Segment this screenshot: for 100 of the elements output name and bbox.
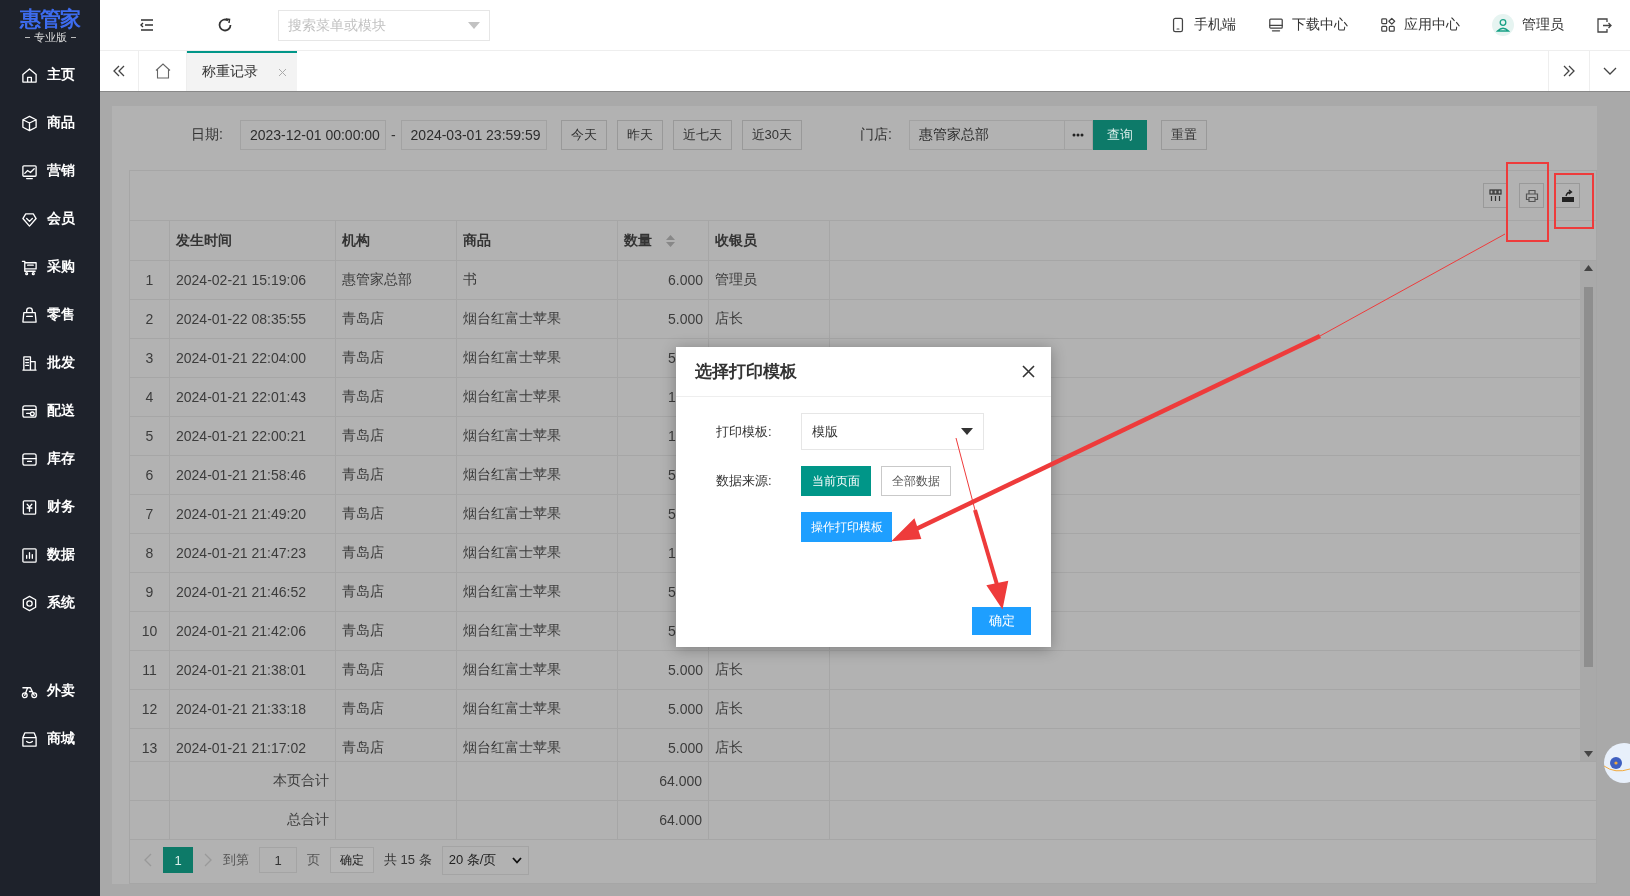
arrow-up-icon[interactable] (1583, 265, 1593, 271)
caret-icon (961, 428, 973, 435)
date-separator: - (390, 127, 396, 143)
sidebar-item[interactable]: 主页 (0, 51, 100, 99)
sidebar-item[interactable]: 会员 (0, 195, 100, 243)
table-cell: 6.000 (618, 261, 709, 299)
store-field[interactable]: 惠管家总部 (908, 120, 1065, 150)
refresh-icon[interactable] (216, 16, 234, 34)
sidebar-item[interactable]: 批发 (0, 339, 100, 387)
chevron-down-icon (512, 856, 523, 864)
row-number: 4 (130, 378, 170, 416)
table-cell: 2024-01-21 21:46:52 (170, 573, 336, 611)
table-cell: 2024-01-21 21:42:06 (170, 612, 336, 650)
source-option[interactable]: 全部数据 (881, 466, 951, 496)
search-field[interactable]: 搜索菜单或模块 (278, 9, 490, 41)
sidebar-item[interactable]: 配送 (0, 387, 100, 435)
quick-range-button[interactable]: 今天 (560, 120, 607, 150)
header-link[interactable]: 应用中心 (1380, 16, 1460, 34)
sidebar-item[interactable]: 库存 (0, 435, 100, 483)
table-cell: 2024-01-21 22:01:43 (170, 378, 336, 416)
logo-text: 惠管家 (20, 8, 80, 30)
sidebar-label: 商品 (47, 114, 75, 132)
source-option[interactable]: 当前页面 (801, 466, 871, 496)
query-button[interactable]: 查询 (1092, 120, 1147, 150)
page-size-select[interactable]: 20 条/页 (441, 845, 530, 875)
reset-button[interactable]: 重置 (1160, 120, 1207, 150)
arrow-down-icon[interactable] (1583, 751, 1593, 757)
export-button[interactable] (1555, 183, 1580, 208)
total-value: 64.000 (618, 801, 709, 839)
logout-icon[interactable] (1596, 16, 1612, 34)
archive-icon (21, 450, 38, 468)
sidebar-label: 配送 (47, 402, 75, 420)
house-icon (153, 62, 172, 80)
table-cell: 青岛店 (336, 456, 457, 494)
table-cell: 青岛店 (336, 495, 457, 533)
end-date-field[interactable]: 2024-03-01 23:59:59 (400, 120, 547, 150)
menu-fold-icon[interactable] (138, 16, 156, 34)
row-number: 1 (130, 261, 170, 299)
table-cell: 青岛店 (336, 300, 457, 338)
cart-icon (21, 258, 38, 276)
header-link[interactable]: 管理员 (1492, 14, 1564, 36)
template-select[interactable]: 模版 (801, 413, 984, 450)
table-cell: 烟台红富士苹果 (457, 417, 618, 455)
table-cell: 烟台红富士苹果 (457, 612, 618, 650)
table-cell: 烟台红富士苹果 (457, 456, 618, 494)
sidebar-label: 批发 (47, 354, 75, 372)
close-icon[interactable] (1022, 365, 1035, 378)
template-label: 打印模板: (716, 422, 773, 441)
header-link[interactable]: 手机端 (1170, 16, 1236, 34)
more-icon (1072, 133, 1085, 137)
sidebar-item[interactable]: 数据 (0, 531, 100, 579)
page-input[interactable]: 1 (259, 847, 297, 873)
quick-range-button[interactable]: 近30天 (741, 120, 803, 150)
sidebar-item[interactable]: 商城 (0, 715, 100, 763)
floating-assistant-icon[interactable] (1603, 742, 1630, 784)
table-cell: 青岛店 (336, 729, 457, 761)
page-button[interactable]: 1 (163, 847, 193, 873)
page-tab[interactable]: 称重记录 (187, 51, 297, 91)
scrollbar[interactable] (1580, 261, 1596, 761)
bag-icon (21, 306, 38, 324)
column-header: 数量 (624, 231, 652, 250)
highlight-frame (1554, 173, 1594, 229)
table-cell: 2024-01-21 21:38:01 (170, 651, 336, 689)
row-number: 7 (130, 495, 170, 533)
yen-icon (21, 498, 38, 516)
sidebar-item[interactable]: 财务 (0, 483, 100, 531)
printer-icon (1524, 188, 1539, 203)
row-number: 11 (130, 651, 170, 689)
quick-range-button[interactable]: 昨天 (616, 120, 663, 150)
column-header: 收银员 (715, 231, 757, 250)
column-header: 机构 (342, 231, 370, 250)
header-link[interactable]: 下载中心 (1268, 16, 1348, 34)
more-button[interactable] (1064, 120, 1093, 150)
table-cell: 烟台红富士苹果 (457, 690, 618, 728)
sidebar-item[interactable]: 采购 (0, 243, 100, 291)
table-cell: 2024-01-21 22:04:00 (170, 339, 336, 377)
table-cell: 管理员 (709, 261, 830, 299)
sidebar-label: 商城 (47, 730, 75, 748)
table-cell: 5.000 (618, 690, 709, 728)
sidebar-item[interactable]: 零售 (0, 291, 100, 339)
sidebar-item[interactable]: 外卖 (0, 667, 100, 715)
chart-icon (21, 162, 38, 180)
table-cell: 店长 (709, 651, 830, 689)
sidebar-item[interactable]: 系统 (0, 579, 100, 627)
export-icon (1560, 188, 1575, 203)
go-button[interactable]: 确定 (330, 847, 374, 873)
table-cell: 烟台红富士苹果 (457, 651, 618, 689)
sidebar-item[interactable]: 商品 (0, 99, 100, 147)
user-icon (1492, 14, 1514, 36)
quick-range-button[interactable]: 近七天 (672, 120, 732, 150)
store-label: 门店: (860, 126, 892, 144)
columns-button[interactable] (1483, 183, 1508, 208)
table-cell: 惠管家总部 (336, 261, 457, 299)
table-cell: 2024-01-21 21:33:18 (170, 690, 336, 728)
table-cell: 2024-01-21 21:49:20 (170, 495, 336, 533)
sidebar-item[interactable]: 营销 (0, 147, 100, 195)
row-number: 8 (130, 534, 170, 572)
start-date-field[interactable]: 2023-12-01 00:00:00 (239, 120, 386, 150)
table-cell: 2024-01-21 21:17:02 (170, 729, 336, 761)
print-button[interactable] (1519, 183, 1544, 208)
